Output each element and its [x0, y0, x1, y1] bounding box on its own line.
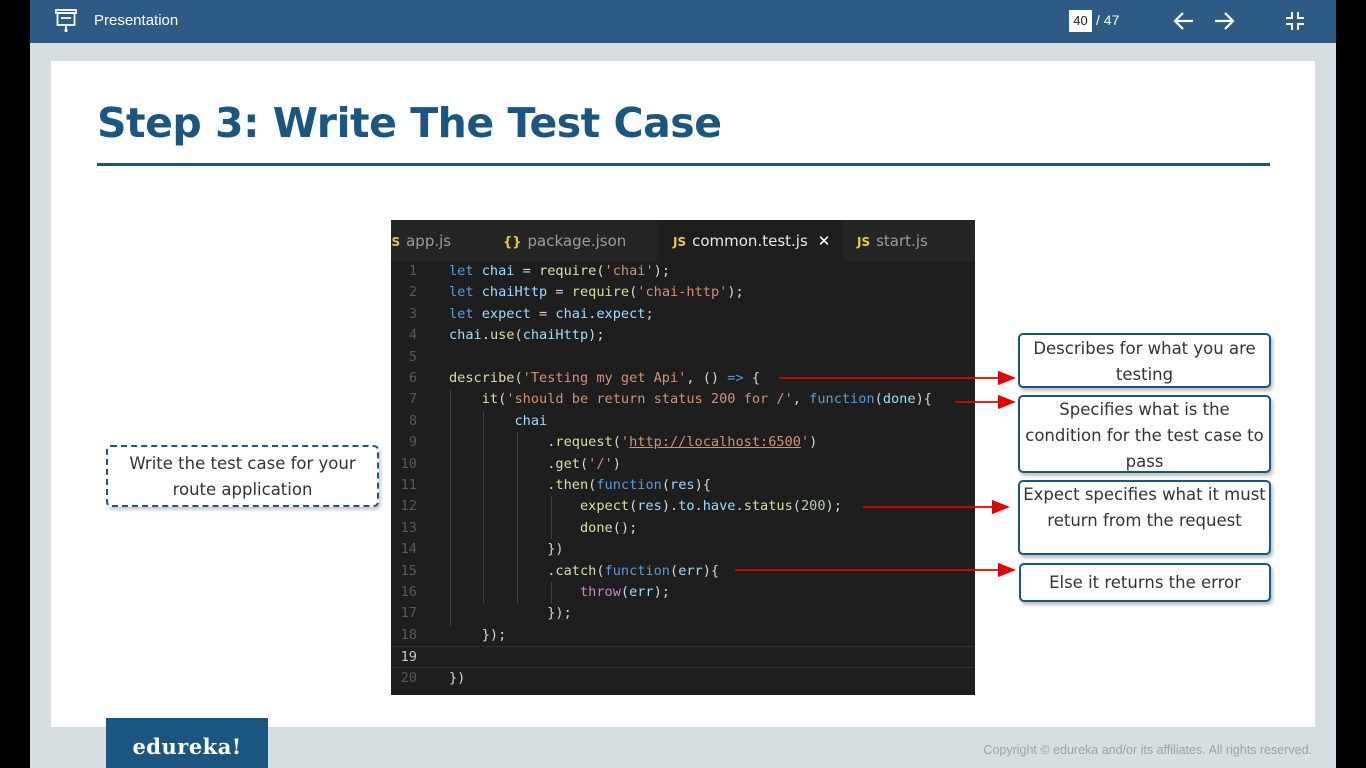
tab-label: package.json: [527, 232, 627, 250]
line-number: 4: [408, 327, 417, 344]
callout-it: Specifies what is the condition for the …: [1018, 395, 1271, 473]
line-number: 14: [400, 541, 417, 558]
code-line: 2 let chaiHttp = require('chai-http');: [391, 282, 975, 303]
toolbar-title: Presentation: [94, 12, 179, 29]
code-text: it('should be return status 200 for /', …: [481, 391, 932, 408]
tab-start-js: JS start.js: [843, 220, 961, 261]
line-number: 19: [400, 649, 417, 666]
code-text: .request('http://localhost:6500'): [449, 434, 818, 451]
tab-common-test-js: JS common.test.js ✕: [657, 220, 843, 261]
tab-label: start.js: [876, 232, 928, 250]
code-line: 10 .get('/'): [391, 454, 975, 475]
total-pages: / 47: [1096, 12, 1120, 28]
code-text: let chaiHttp = require('chai-http');: [449, 284, 744, 301]
line-number: 16: [400, 584, 417, 600]
slide-title: Step 3: Write The Test Case: [97, 99, 722, 147]
line-number: 9: [408, 434, 417, 451]
json-file-icon: {}: [503, 235, 522, 250]
line-number: 2: [408, 284, 417, 301]
code-line: 6 describe('Testing my get Api', () => {: [391, 368, 975, 389]
code-text: }): [449, 541, 564, 558]
line-number: 3: [408, 305, 417, 322]
code-line: 18 });: [391, 625, 975, 646]
code-text: chai.use(chaiHttp);: [449, 327, 605, 344]
close-icon: ✕: [817, 232, 831, 250]
code-text: let chai = require('chai');: [449, 263, 671, 279]
code-line: 11 .then(function(res){: [391, 475, 975, 496]
code-line: 7 it('should be return status 200 for /'…: [391, 389, 975, 410]
line-number: 1: [408, 263, 417, 279]
callout-catch: Else it returns the error: [1019, 563, 1271, 602]
line-number: 5: [408, 348, 417, 365]
line-number: 7: [408, 391, 417, 408]
code-line: 4 chai.use(chaiHttp);: [391, 325, 975, 346]
code-line: 14 }): [391, 539, 975, 560]
line-number: 15: [400, 562, 417, 579]
code-line: 1 let chai = require('chai');: [391, 261, 975, 282]
line-number: 12: [400, 498, 417, 515]
callout-expect: Expect specifies what it must return fro…: [1018, 480, 1271, 555]
tab-app-js: JS app.js: [391, 220, 487, 261]
slide: Step 3: Write The Test Case JS app.js {} p…: [51, 61, 1315, 727]
code-text: done();: [579, 519, 638, 536]
code-text: throw(err);: [579, 584, 670, 600]
line-number: 13: [400, 519, 417, 536]
code-line: 15 .catch(function(err){: [391, 561, 975, 582]
slide-stage: Step 3: Write The Test Case JS app.js {} p…: [30, 43, 1336, 768]
line-number: 8: [408, 412, 417, 429]
callout-describe: Describes for what you are testing: [1018, 333, 1271, 388]
presentation-toolbar: Presentation 40 / 47: [30, 0, 1336, 43]
line-number: 10: [400, 455, 417, 472]
copyright-text: Copyright © edureka and/or its affiliate…: [983, 743, 1312, 757]
code-line: 8 chai: [391, 411, 975, 432]
code-text: });: [449, 626, 507, 643]
line-number: 17: [400, 605, 417, 622]
code-area: 1 let chai = require('chai'); 2 let chaiHt…: [391, 261, 975, 695]
code-text: .catch(function(err){: [449, 562, 720, 579]
code-editor-image: JS app.js {} package.json JS common.test.js…: [391, 220, 975, 695]
editor-tab-bar: JS app.js {} package.json JS common.test.js…: [391, 220, 975, 261]
tab-label: app.js: [406, 232, 452, 250]
code-text: });: [449, 605, 572, 622]
tab-label: common.test.js: [692, 232, 808, 250]
exit-fullscreen-icon[interactable]: [1283, 9, 1307, 33]
code-text: expect(res).to.have.status(200);: [579, 498, 842, 515]
title-underline: [97, 163, 1270, 166]
edureka-logo: edureka!: [106, 718, 268, 768]
code-text: .get('/'): [449, 455, 621, 472]
current-page-input[interactable]: 40: [1069, 10, 1092, 32]
js-file-icon: JS: [673, 235, 687, 249]
callout-write-test-case: Write the test case for your route appli…: [106, 445, 379, 507]
code-text: .then(function(res){: [449, 477, 711, 493]
line-number: 6: [408, 370, 417, 386]
code-text: }): [449, 669, 466, 686]
code-text: let expect = chai.expect;: [449, 305, 654, 322]
line-number: 18: [400, 626, 417, 643]
arrow-left-icon[interactable]: [1171, 8, 1197, 34]
tab-package-json: {} package.json: [487, 220, 657, 261]
code-line: 16 throw(err);: [391, 582, 975, 603]
js-file-icon: JS: [391, 235, 401, 249]
code-line: 19: [391, 646, 975, 668]
code-text: chai: [514, 412, 548, 429]
arrow-right-icon[interactable]: [1211, 8, 1237, 34]
code-line: 20}): [391, 668, 975, 689]
line-number: 11: [400, 477, 417, 493]
presentation-icon: [55, 9, 77, 33]
code-line: 5: [391, 347, 975, 368]
js-file-icon: JS: [857, 235, 871, 249]
code-line: 17 });: [391, 603, 975, 624]
code-line: 9 .request('http://localhost:6500'): [391, 432, 975, 453]
line-number: 20: [400, 669, 417, 686]
code-text: describe('Testing my get Api', () => {: [449, 370, 761, 386]
code-line: 13 done();: [391, 518, 975, 539]
code-line: 12 expect(res).to.have.status(200);: [391, 496, 975, 517]
code-line: 3 let expect = chai.expect;: [391, 304, 975, 325]
